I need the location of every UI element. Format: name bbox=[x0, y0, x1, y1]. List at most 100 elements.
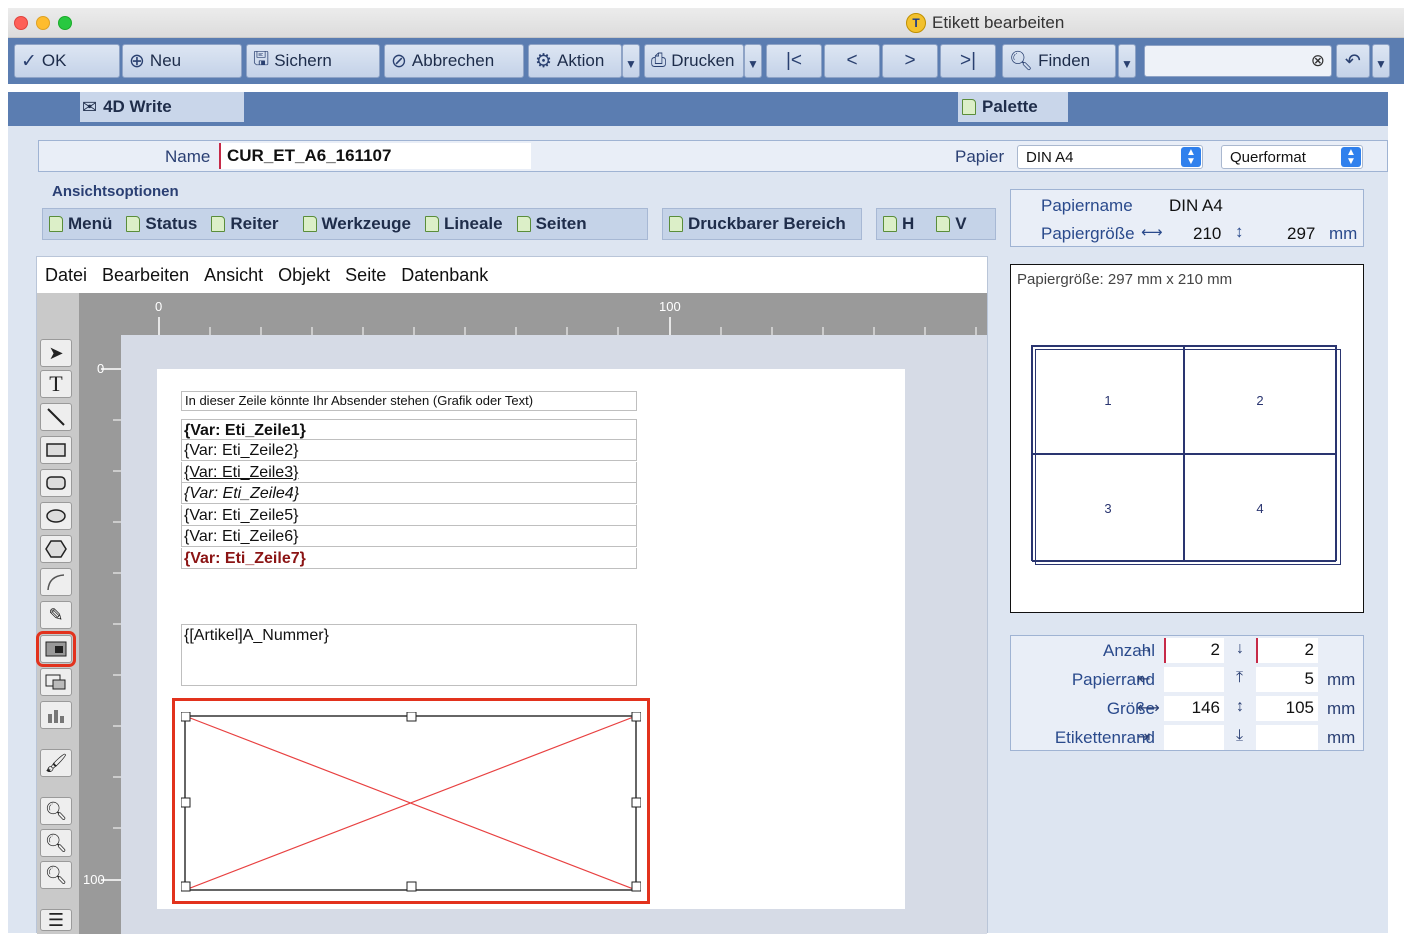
vertical-ruler[interactable]: 0 100 bbox=[79, 335, 121, 934]
select-arrow-tool[interactable]: ➤ bbox=[40, 339, 72, 367]
orientation-select-value: Querformat bbox=[1230, 149, 1306, 166]
vertical-ruler-ticks bbox=[101, 368, 121, 881]
option-pages[interactable]: Seiten bbox=[516, 214, 587, 234]
menu-edit[interactable]: Bearbeiten bbox=[102, 265, 189, 285]
pen-tool[interactable]: ✎ bbox=[40, 601, 72, 629]
ok-button[interactable]: ✓ OK bbox=[14, 44, 120, 78]
find-button-label: Finden bbox=[1038, 51, 1091, 70]
var-line-5[interactable]: {Var: Eti_Zeile5} bbox=[181, 505, 637, 526]
orientation-select[interactable]: Querformat ▲ ▼ bbox=[1221, 145, 1363, 169]
text-tool[interactable]: T bbox=[40, 370, 72, 398]
zoom-in-tool[interactable]: 🔍︎ bbox=[40, 829, 72, 857]
menu-file[interactable]: Datei bbox=[45, 265, 87, 285]
action-button[interactable]: ⚙ Aktion bbox=[528, 44, 622, 78]
align-tool[interactable]: ☰ bbox=[40, 909, 72, 931]
option-tabs[interactable]: Reiter bbox=[211, 214, 279, 234]
oval-tool[interactable] bbox=[40, 502, 72, 530]
paper-width-value: 210 bbox=[1193, 224, 1222, 243]
window-zoom-button[interactable] bbox=[58, 16, 72, 30]
zoom-out-tool[interactable]: 🔍︎ bbox=[40, 861, 72, 889]
label-height-field[interactable]: 105 bbox=[1256, 696, 1318, 721]
option-v-label: V bbox=[955, 214, 967, 233]
cancel-circle-icon: ⊘ bbox=[391, 50, 407, 72]
arrow-right-icon: → bbox=[1137, 640, 1153, 657]
window-close-button[interactable] bbox=[14, 16, 28, 30]
previous-record-button[interactable]: < bbox=[824, 44, 880, 78]
menu-page[interactable]: Seite bbox=[345, 265, 386, 285]
menu-database[interactable]: Datenbank bbox=[401, 265, 488, 285]
window-minimize-button[interactable] bbox=[36, 16, 50, 30]
paper-margin-top-field[interactable]: 5 bbox=[1256, 667, 1318, 692]
label-width-field[interactable]: 146 bbox=[1164, 696, 1224, 721]
paint-tool[interactable]: 🖌 bbox=[40, 749, 72, 777]
var-line-4[interactable]: {Var: Eti_Zeile4} bbox=[181, 483, 637, 504]
margin-right-icon: ⇥ bbox=[1137, 729, 1151, 746]
checkbox-icon bbox=[516, 216, 531, 232]
var-line-7[interactable]: {Var: Eti_Zeile7} bbox=[181, 548, 637, 569]
var-line-1[interactable]: {Var: Eti_Zeile1} bbox=[181, 419, 637, 440]
arc-tool[interactable] bbox=[40, 568, 72, 596]
option-v[interactable]: V bbox=[936, 214, 967, 234]
name-label: Name bbox=[165, 147, 211, 166]
option-status[interactable]: Status bbox=[126, 214, 197, 234]
param-row-paper-margin: Papierrand ⇤ ⤒ 5 mm bbox=[1011, 665, 1363, 694]
checkmark-icon: ✓ bbox=[21, 50, 37, 72]
cancel-button[interactable]: ⊘ Abbrechen bbox=[384, 44, 524, 78]
var-line-6[interactable]: {Var: Eti_Zeile6} bbox=[181, 526, 637, 547]
address-block[interactable]: {Var: Eti_Zeile1} {Var: Eti_Zeile2} {Var… bbox=[181, 419, 637, 571]
horizontal-ruler[interactable]: 0 100 bbox=[79, 293, 987, 335]
menu-view[interactable]: Ansicht bbox=[204, 265, 263, 285]
count-horizontal-field[interactable]: 2 bbox=[1164, 638, 1224, 663]
print-button[interactable]: ⎙ Drucken bbox=[644, 44, 744, 78]
count-vertical-field[interactable]: 2 bbox=[1256, 638, 1318, 663]
label-parameters-panel: Anzahl → 2 ↓ 2 Papierrand ⇤ ⤒ 5 mm Größe… bbox=[1010, 635, 1364, 751]
find-dropdown-button[interactable]: ▼ bbox=[1118, 44, 1136, 78]
name-field[interactable]: CUR_ET_A6_161107 bbox=[219, 143, 531, 169]
print-dropdown-button[interactable]: ▼ bbox=[744, 44, 762, 78]
sender-line-box[interactable]: In dieser Zeile könnte Ihr Absender steh… bbox=[181, 391, 637, 411]
label-margin-vertical-field[interactable] bbox=[1256, 725, 1318, 750]
reply-dropdown-button[interactable]: ▼ bbox=[1372, 44, 1390, 78]
option-menu[interactable]: Menü bbox=[49, 214, 112, 234]
last-record-button[interactable]: >| bbox=[940, 44, 996, 78]
new-button[interactable]: ⊕ Neu bbox=[122, 44, 242, 78]
paper-margin-left-field[interactable] bbox=[1164, 667, 1224, 692]
option-h[interactable]: H bbox=[883, 214, 914, 234]
plus-circle-icon: ⊕ bbox=[129, 50, 145, 72]
polygon-tool[interactable] bbox=[40, 535, 72, 563]
article-number-box[interactable]: {[Artikel]A_Nummer} bbox=[181, 624, 637, 686]
zoom-tool[interactable]: 🔍︎ bbox=[40, 797, 72, 825]
checkbox-icon bbox=[936, 216, 951, 232]
option-printable-area[interactable]: Druckbarer Bereich bbox=[669, 214, 846, 234]
last-record-icon: >| bbox=[959, 50, 977, 71]
action-button-label: Aktion bbox=[557, 51, 605, 70]
var-line-2[interactable]: {Var: Eti_Zeile2} bbox=[181, 440, 637, 461]
first-record-button[interactable]: |< bbox=[766, 44, 822, 78]
text-t-icon: T bbox=[49, 371, 63, 396]
chart-tool[interactable] bbox=[40, 701, 72, 729]
save-button[interactable]: 🖫 Sichern bbox=[246, 44, 380, 78]
picture-tool[interactable] bbox=[36, 631, 76, 667]
menu-object[interactable]: Objekt bbox=[278, 265, 330, 285]
rectangle-tool[interactable] bbox=[40, 436, 72, 464]
rounded-rectangle-tool[interactable] bbox=[40, 469, 72, 497]
tab-palette[interactable]: Palette bbox=[958, 92, 1068, 122]
picture-placeholder[interactable] bbox=[181, 712, 641, 892]
resize-object-tool[interactable] bbox=[40, 668, 72, 696]
search-input[interactable]: ⊗ bbox=[1144, 45, 1332, 77]
action-dropdown-button[interactable]: ▼ bbox=[622, 44, 640, 78]
paper-select[interactable]: DIN A4 ▲ ▼ bbox=[1017, 145, 1203, 169]
option-rulers[interactable]: Lineale bbox=[425, 214, 503, 234]
find-button[interactable]: 🔍︎ Finden bbox=[1002, 44, 1116, 78]
first-record-icon: |< bbox=[785, 50, 803, 71]
tab-4d-write[interactable]: ✉ 4D Write bbox=[80, 92, 244, 122]
var-line-3[interactable]: {Var: Eti_Zeile3} bbox=[181, 462, 637, 483]
line-tool[interactable] bbox=[40, 403, 72, 431]
checkbox-icon bbox=[49, 216, 63, 232]
margin-bottom-icon: ⤓ bbox=[1236, 727, 1244, 744]
next-record-button[interactable]: > bbox=[882, 44, 938, 78]
label-margin-horizontal-field[interactable] bbox=[1164, 725, 1224, 750]
reply-back-button[interactable]: ↶ bbox=[1336, 44, 1370, 78]
option-tools[interactable]: Werkzeuge bbox=[302, 214, 411, 234]
clear-search-icon[interactable]: ⊗ bbox=[1311, 51, 1325, 71]
